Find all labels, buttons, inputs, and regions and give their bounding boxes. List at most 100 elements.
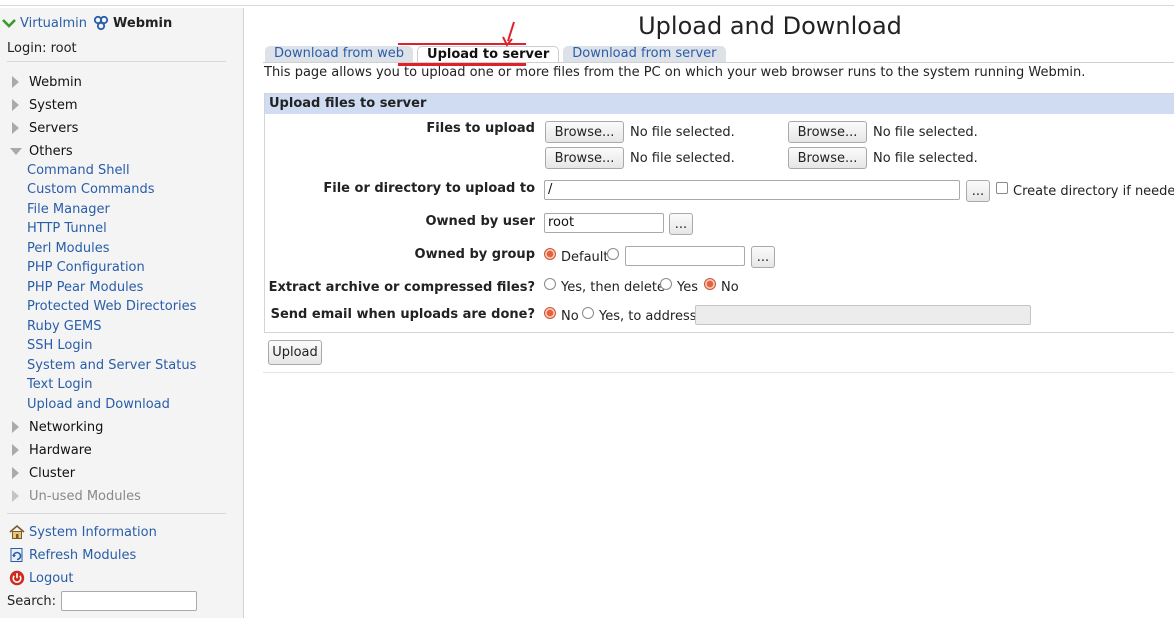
top-divider <box>0 5 1174 6</box>
extract-no-radio[interactable] <box>704 278 716 290</box>
search-label: Search: <box>7 593 57 609</box>
browse-button-2[interactable]: Browse... <box>788 121 867 143</box>
extract-yes-delete-radio[interactable] <box>544 278 556 290</box>
destination-chooser-button[interactable]: ... <box>966 180 990 202</box>
triangle-right-icon <box>12 76 19 88</box>
browse-button-3[interactable]: Browse... <box>545 147 624 169</box>
email-yes-radio[interactable] <box>582 307 594 319</box>
sidebar-item-protected-web-directories[interactable]: Protected Web Directories <box>27 299 196 315</box>
sidebar-item-upload-and-download[interactable]: Upload and Download <box>27 397 170 413</box>
category-system[interactable]: System <box>10 96 77 114</box>
destination-input[interactable]: / <box>544 180 960 200</box>
sidebar-item-http-tunnel[interactable]: HTTP Tunnel <box>27 221 107 237</box>
extract-no-label: No <box>721 280 739 295</box>
page-description: This page allows you to upload one or mo… <box>264 65 1086 80</box>
triangle-down-icon <box>10 148 22 155</box>
virtualmin-link[interactable]: Virtualmin <box>20 16 87 31</box>
category-label: System <box>29 97 78 113</box>
user-chooser-button[interactable]: ... <box>669 213 693 235</box>
sidebar-item-file-manager[interactable]: File Manager <box>27 202 110 218</box>
tab-download-from-server[interactable]: Download from server <box>563 46 726 62</box>
category-servers[interactable]: Servers <box>10 119 78 137</box>
email-address-input[interactable] <box>695 305 1031 325</box>
sidebar-item-command-shell[interactable]: Command Shell <box>27 163 130 179</box>
group-custom-radio[interactable] <box>607 248 619 260</box>
home-icon <box>9 524 25 539</box>
category-label: Servers <box>29 120 79 136</box>
form-bottom-divider <box>263 372 1174 373</box>
create-directory-checkbox[interactable] <box>996 182 1008 194</box>
annotation-arrow-icon <box>502 21 515 47</box>
extract-archive-label: Extract archive or compressed files? <box>268 280 535 295</box>
sidebar: Virtualmin Webmin Login: root Webmin Sys… <box>0 8 244 618</box>
category-webmin[interactable]: Webmin <box>10 73 82 91</box>
category-label: Others <box>29 143 73 159</box>
system-information-link[interactable]: System Information <box>9 523 157 541</box>
search-row: Search: <box>7 591 198 611</box>
category-others[interactable]: Others <box>10 142 73 160</box>
group-input[interactable] <box>625 246 745 266</box>
logout-label: Logout <box>29 570 74 586</box>
category-label: Webmin <box>29 74 82 90</box>
group-chooser-button[interactable]: ... <box>751 246 775 268</box>
sidebar-item-php-pear-modules[interactable]: PHP Pear Modules <box>27 280 143 296</box>
logout-link[interactable]: Logout <box>9 569 74 587</box>
sidebar-item-ssh-login[interactable]: SSH Login <box>27 338 92 354</box>
email-no-label: No <box>561 309 579 324</box>
divider <box>7 61 226 62</box>
tab-upload-to-server[interactable]: Upload to server <box>417 46 560 62</box>
email-yes-label: Yes, to address <box>599 309 697 324</box>
category-cluster[interactable]: Cluster <box>10 464 75 482</box>
upload-button[interactable]: Upload <box>268 340 322 365</box>
category-label: Un-used Modules <box>29 488 141 504</box>
refresh-icon <box>10 548 23 562</box>
sidebar-item-ruby-gems[interactable]: Ruby GEMS <box>27 319 102 335</box>
search-input[interactable] <box>61 591 198 611</box>
triangle-right-icon <box>12 490 19 502</box>
extract-yes-label: Yes <box>677 280 698 295</box>
browse-button-4[interactable]: Browse... <box>788 147 867 169</box>
create-directory-label: Create directory if needed? <box>1013 184 1174 199</box>
page-title: Upload and Download <box>638 12 902 40</box>
send-email-label: Send email when uploads are done? <box>270 307 535 322</box>
system-information-label: System Information <box>29 524 157 540</box>
file-status-2: No file selected. <box>873 125 978 140</box>
section-title: Upload files to server <box>265 94 1174 114</box>
sidebar-item-system-and-server-status[interactable]: System and Server Status <box>27 358 196 374</box>
file-status-3: No file selected. <box>630 151 735 166</box>
category-hardware[interactable]: Hardware <box>10 441 92 459</box>
triangle-right-icon <box>12 444 19 456</box>
sidebar-item-php-configuration[interactable]: PHP Configuration <box>27 260 145 276</box>
category-unused-modules[interactable]: Un-used Modules <box>10 487 141 505</box>
divider <box>7 513 226 514</box>
email-no-radio[interactable] <box>544 307 556 319</box>
category-label: Networking <box>29 419 104 435</box>
owned-by-group-label: Owned by group <box>414 247 535 262</box>
triangle-right-icon <box>12 421 19 433</box>
destination-label: File or directory to upload to <box>323 181 535 196</box>
owned-by-user-label: Owned by user <box>425 214 536 229</box>
browse-button-1[interactable]: Browse... <box>545 121 624 143</box>
files-to-upload-label: Files to upload <box>426 121 535 136</box>
extract-yes-radio[interactable] <box>660 278 672 290</box>
login-label: Login: root <box>7 41 77 56</box>
extract-yes-delete-label: Yes, then delete <box>561 280 665 295</box>
triangle-right-icon <box>12 122 19 134</box>
tab-download-from-web[interactable]: Download from web <box>265 46 414 62</box>
power-icon <box>9 570 25 586</box>
refresh-modules-link[interactable]: Refresh Modules <box>9 546 136 564</box>
owner-user-input[interactable]: root <box>544 213 664 233</box>
sidebar-item-perl-modules[interactable]: Perl Modules <box>27 241 110 257</box>
virtualmin-chevron-icon[interactable] <box>2 18 16 28</box>
sidebar-item-text-login[interactable]: Text Login <box>27 377 93 393</box>
group-default-label: Default <box>561 250 609 265</box>
group-default-radio[interactable] <box>544 248 556 260</box>
brand-bar: Virtualmin Webmin <box>0 14 172 32</box>
category-networking[interactable]: Networking <box>10 418 103 436</box>
webmin-link[interactable]: Webmin <box>113 16 172 31</box>
sidebar-item-custom-commands[interactable]: Custom Commands <box>27 182 155 198</box>
triangle-right-icon <box>12 99 19 111</box>
tab-bar: Download from web Upload to server Downl… <box>265 46 730 62</box>
category-label: Cluster <box>29 465 76 481</box>
file-status-4: No file selected. <box>873 151 978 166</box>
